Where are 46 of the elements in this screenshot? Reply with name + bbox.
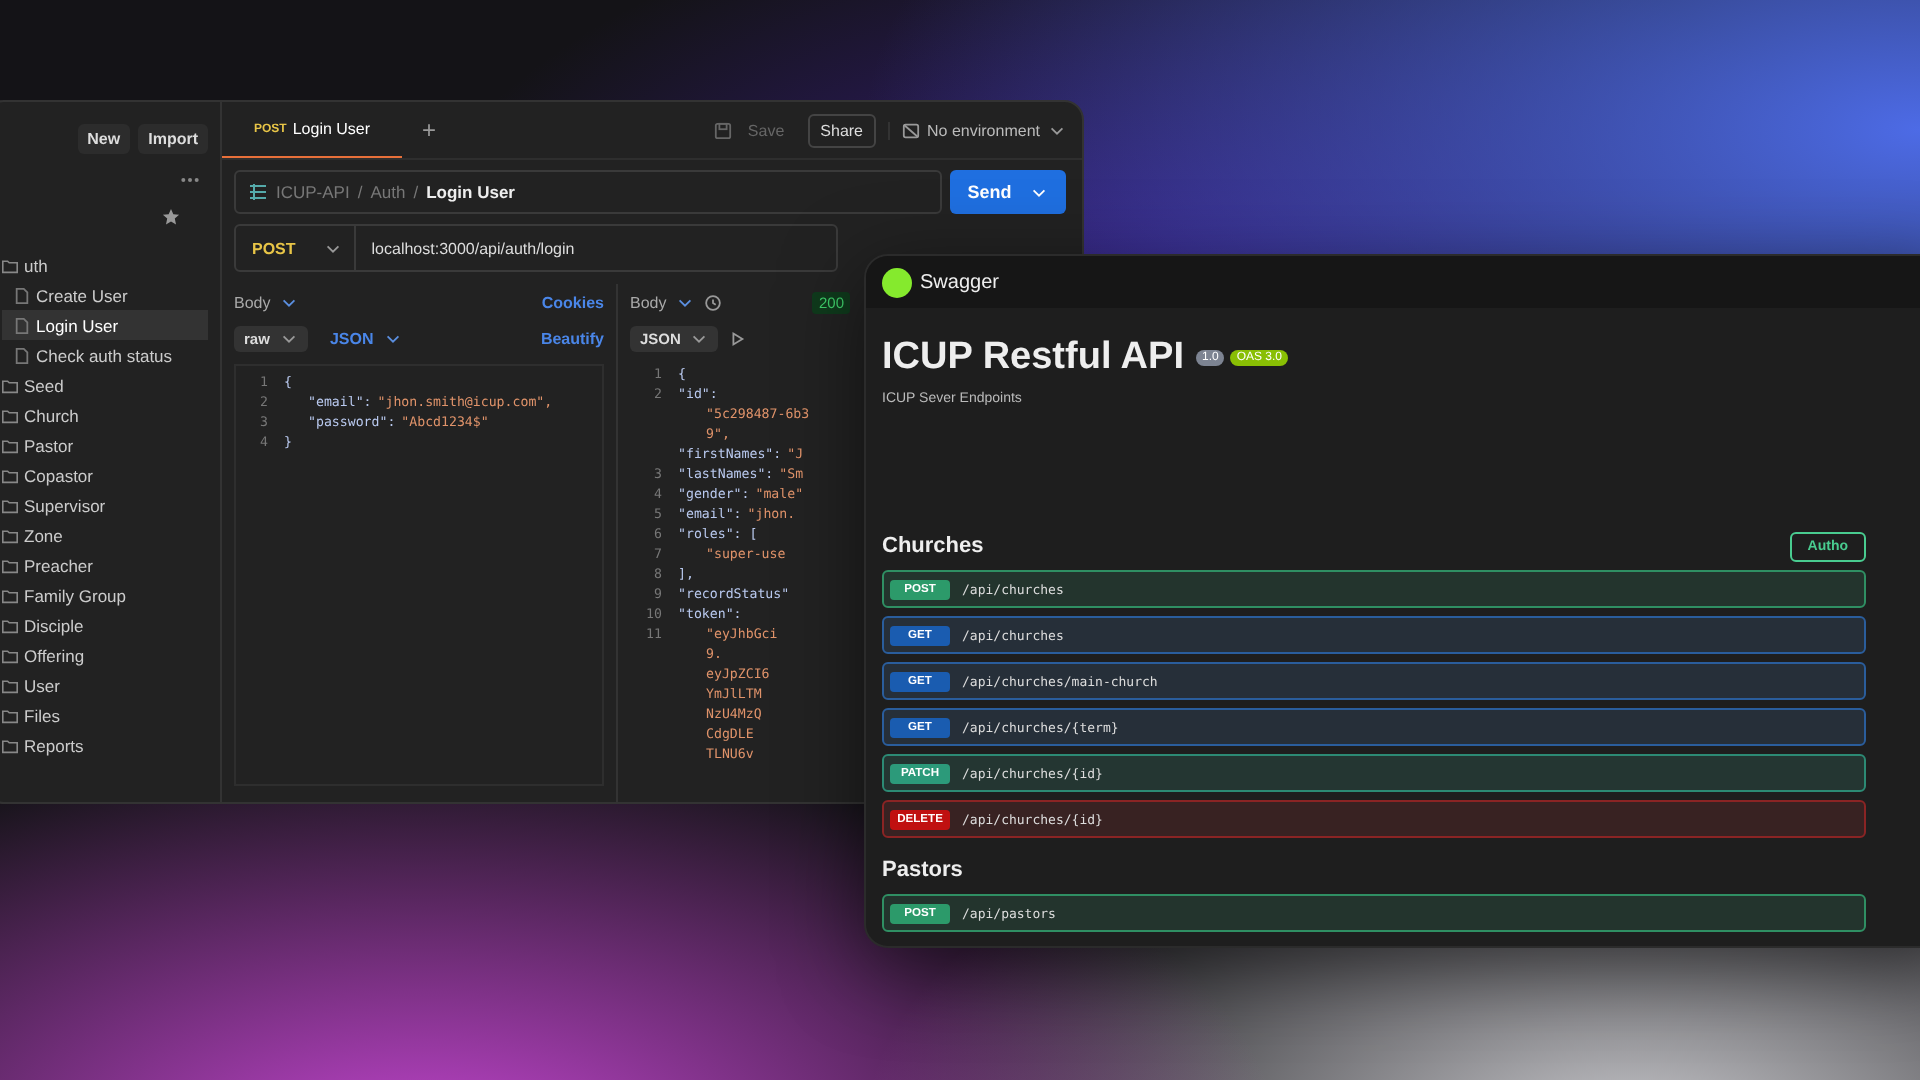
share-button[interactable]: Share <box>808 113 876 147</box>
no-environment-icon <box>901 121 920 139</box>
play-icon[interactable] <box>728 329 747 347</box>
send-button[interactable]: Send <box>950 170 1066 214</box>
format-select[interactable]: JSON <box>329 329 402 347</box>
request-item[interactable]: Login User <box>2 310 208 340</box>
folder-icon <box>2 257 18 273</box>
sidebar-button[interactable]: New <box>77 123 131 153</box>
environment-select[interactable]: No environment <box>887 121 1066 139</box>
new-tab-button[interactable]: + <box>414 116 445 144</box>
folder-item[interactable]: Family Group <box>2 580 208 610</box>
breadcrumb-item[interactable]: ICUP-API <box>276 182 350 202</box>
sidebar-button[interactable]: Import <box>138 123 208 153</box>
brand-name: Swagger <box>920 271 999 293</box>
folder-item[interactable]: Files <box>2 700 208 730</box>
api-title: ICUP Restful API <box>882 336 1184 380</box>
folder-item[interactable]: Pastor <box>2 430 208 460</box>
folder-item[interactable]: User <box>2 670 208 700</box>
folder-item[interactable]: Seed <box>2 370 208 400</box>
history-icon[interactable] <box>704 293 723 311</box>
more-icon[interactable] <box>180 176 200 184</box>
cookies-link[interactable]: Cookies <box>541 293 604 311</box>
breadcrumb-separator: / <box>413 182 419 202</box>
section-title[interactable]: Pastors <box>882 858 963 882</box>
folder-item[interactable]: Zone <box>2 520 208 550</box>
request-item[interactable]: Check auth status <box>2 340 208 370</box>
breadcrumb-item[interactable]: Auth <box>370 182 406 202</box>
folder-item[interactable]: Church <box>2 400 208 430</box>
folder-item[interactable]: Reports <box>2 730 208 760</box>
section-title[interactable]: Churches <box>882 534 984 558</box>
body-label[interactable]: Body <box>630 293 667 311</box>
folder-item[interactable]: Supervisor <box>2 490 208 520</box>
folder-item[interactable]: uth <box>2 250 208 280</box>
collection-icon <box>248 182 268 202</box>
save-icon <box>713 121 732 139</box>
folder-item[interactable]: Offering <box>2 640 208 670</box>
beautify-link[interactable]: Beautify <box>540 329 604 347</box>
star-icon[interactable] <box>162 207 180 225</box>
breadcrumb-separator: / <box>357 182 363 202</box>
logo-icon <box>882 267 912 297</box>
folder-item[interactable]: Preacher <box>2 550 208 580</box>
breadcrumb-item: Login User <box>426 182 515 202</box>
folder-item[interactable]: Copastor <box>2 460 208 490</box>
body-label[interactable]: Body <box>234 293 271 311</box>
folder-item[interactable]: Disciple <box>2 610 208 640</box>
request-item[interactable]: Create User <box>2 280 208 310</box>
